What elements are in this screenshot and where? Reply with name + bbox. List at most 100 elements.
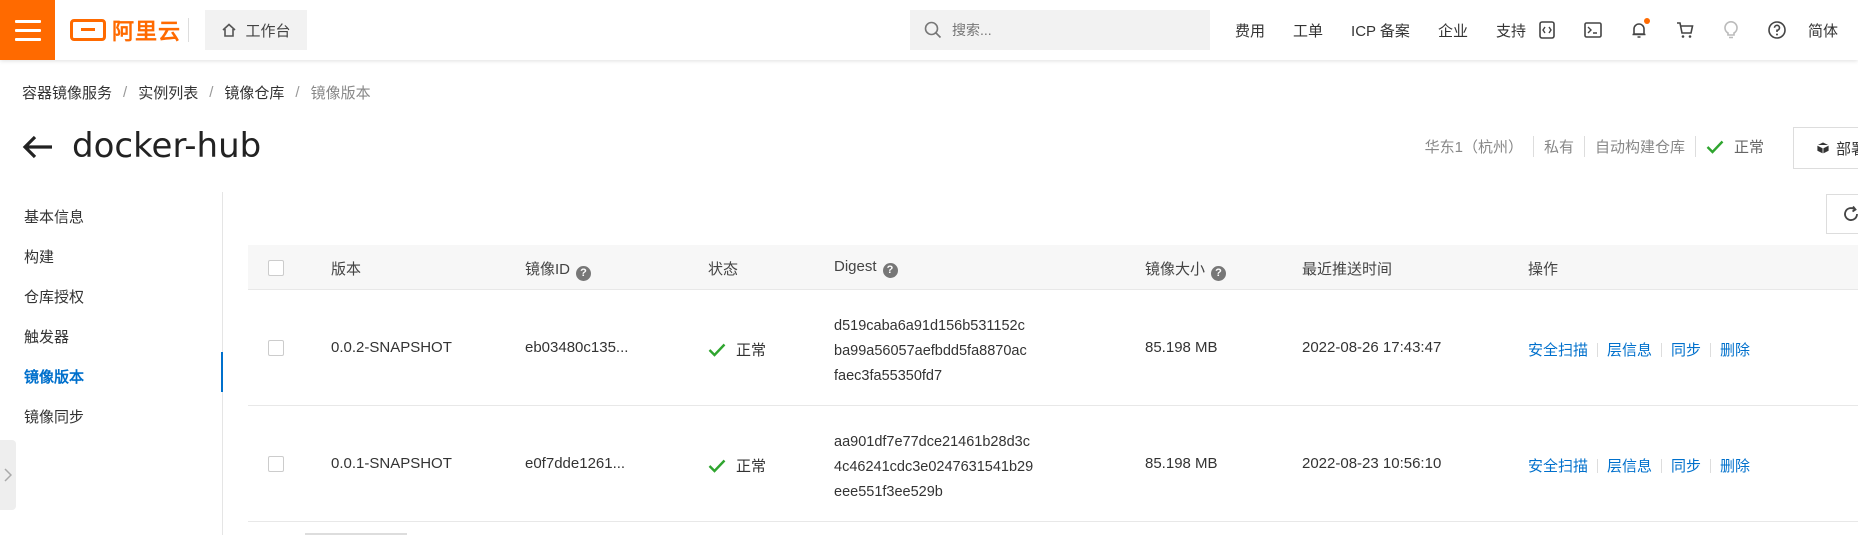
col-version: 版本 <box>331 261 362 278</box>
divider <box>1710 458 1712 473</box>
deploy-button[interactable]: 部署 <box>1793 127 1858 169</box>
page-title: docker-hub <box>72 126 262 166</box>
breadcrumb: 容器镜像服务 / 实例列表 / 镜像仓库 / 镜像版本 <box>22 82 371 103</box>
sync-link[interactable]: 同步 <box>1671 339 1701 360</box>
check-icon <box>708 343 726 357</box>
top-nav-links: 费用 工单 ICP 备案 企业 支持 <box>1235 0 1554 60</box>
digest-line: ba99a56057aefbdd5fa8870ac <box>834 343 1027 359</box>
status-cell: 正常 <box>708 339 766 360</box>
sidebar-collapse-toggle[interactable] <box>0 440 16 510</box>
repo-region: 华东1（杭州） <box>1424 139 1523 156</box>
cube-icon <box>1816 141 1830 155</box>
layer-info-link[interactable]: 层信息 <box>1607 339 1652 360</box>
col-size: 镜像大小? <box>1145 258 1227 281</box>
top-navbar: 阿里云 工作台 费用 工单 ICP 备案 企业 支持 <box>0 0 1858 60</box>
delete-link[interactable]: 删除 <box>1720 455 1750 476</box>
pushed-cell: 2022-08-26 17:43:47 <box>1302 339 1442 356</box>
size-cell: 85.198 MB <box>1145 455 1218 472</box>
digest-cell: aa901df7e77dce21461b28d3c 4c46241cdc3e02… <box>834 430 1033 505</box>
actions-cell: 安全扫描 层信息 同步 删除 <box>1528 455 1750 476</box>
table-header: 版本 镜像ID? 状态 Digest? 镜像大小? 最近推送时间 操作 <box>248 245 1858 290</box>
code-icon[interactable] <box>1535 18 1559 42</box>
security-scan-link[interactable]: 安全扫描 <box>1528 455 1588 476</box>
repo-build-type: 自动构建仓库 <box>1583 136 1695 157</box>
digest-line: eee551f3ee529b <box>834 484 943 500</box>
repo-status-label: 正常 <box>1733 139 1764 156</box>
help-icon[interactable] <box>1765 18 1789 42</box>
select-all-checkbox[interactable] <box>268 260 284 276</box>
help-icon[interactable]: ? <box>882 262 898 278</box>
sidebar-item-image-versions[interactable]: 镜像版本 <box>24 366 84 387</box>
nav-enterprise[interactable]: 企业 <box>1438 20 1468 41</box>
hamburger-menu-button[interactable] <box>0 0 55 60</box>
version-cell: 0.0.1-SNAPSHOT <box>331 455 452 472</box>
cart-icon[interactable] <box>1673 18 1697 42</box>
bell-icon[interactable] <box>1627 18 1651 42</box>
help-icon[interactable]: ? <box>1211 265 1227 281</box>
security-scan-link[interactable]: 安全扫描 <box>1528 339 1588 360</box>
col-actions: 操作 <box>1528 261 1559 278</box>
sidebar-item-build[interactable]: 构建 <box>24 246 54 267</box>
global-search[interactable] <box>910 10 1210 50</box>
search-input[interactable] <box>952 22 1172 38</box>
col-status: 状态 <box>708 261 739 278</box>
pushed-cell: 2022-08-23 10:56:10 <box>1302 455 1442 472</box>
nav-tickets[interactable]: 工单 <box>1293 20 1323 41</box>
divider <box>1597 458 1599 473</box>
sidebar-item-authorization[interactable]: 仓库授权 <box>24 286 84 307</box>
divider <box>1661 342 1663 357</box>
layer-info-link[interactable]: 层信息 <box>1607 455 1652 476</box>
refresh-button[interactable] <box>1826 194 1858 234</box>
check-icon <box>708 459 726 473</box>
workbench-label: 工作台 <box>245 22 291 40</box>
image-id-cell: eb03480c135... <box>525 339 629 356</box>
status-cell: 正常 <box>708 455 766 476</box>
digest-line: faec3fa55350fd7 <box>834 368 943 384</box>
terminal-icon[interactable] <box>1581 18 1605 42</box>
status-label: 正常 <box>736 458 767 475</box>
sidebar-item-basic-info[interactable]: 基本信息 <box>24 206 84 227</box>
row-checkbox[interactable] <box>268 456 284 472</box>
sidebar-item-image-sync[interactable]: 镜像同步 <box>24 406 84 427</box>
aliyun-logo[interactable]: 阿里云 <box>70 16 181 44</box>
sync-link[interactable]: 同步 <box>1671 455 1701 476</box>
size-cell: 85.198 MB <box>1145 339 1218 356</box>
breadcrumb-instances[interactable]: 实例列表 <box>138 82 198 103</box>
nav-icp[interactable]: ICP 备案 <box>1351 20 1410 41</box>
lightbulb-icon[interactable] <box>1719 18 1743 42</box>
digest-line: aa901df7e77dce21461b28d3c <box>834 434 1030 450</box>
refresh-icon <box>1844 205 1858 221</box>
col-digest-label: Digest <box>834 258 877 275</box>
workbench-button[interactable]: 工作台 <box>205 10 307 50</box>
col-image-id-label: 镜像ID <box>525 261 571 278</box>
nav-billing[interactable]: 费用 <box>1235 20 1265 41</box>
divider <box>1710 342 1712 357</box>
breadcrumb-separator: / <box>123 84 128 101</box>
breadcrumb-repos[interactable]: 镜像仓库 <box>224 82 284 103</box>
breadcrumb-acr[interactable]: 容器镜像服务 <box>22 82 112 103</box>
deploy-label: 部署 <box>1836 140 1858 158</box>
digest-cell: d519caba6a91d156b531152c ba99a56057aefbd… <box>834 314 1027 389</box>
divider <box>1661 458 1663 473</box>
language-switch[interactable]: 简体 <box>1808 0 1838 60</box>
version-cell: 0.0.2-SNAPSHOT <box>331 339 452 356</box>
actions-cell: 安全扫描 层信息 同步 删除 <box>1528 339 1750 360</box>
logo-text: 阿里云 <box>112 19 182 44</box>
sidebar-item-triggers[interactable]: 触发器 <box>24 326 69 347</box>
col-pushed: 最近推送时间 <box>1302 261 1393 278</box>
top-nav-icons <box>1535 0 1789 60</box>
delete-link[interactable]: 删除 <box>1720 339 1750 360</box>
breadcrumb-separator: / <box>295 84 300 101</box>
breadcrumb-separator: / <box>209 84 214 101</box>
nav-support[interactable]: 支持 <box>1496 20 1526 41</box>
search-icon <box>924 21 942 39</box>
row-checkbox[interactable] <box>268 340 284 356</box>
status-label: 正常 <box>736 342 767 359</box>
check-icon <box>1706 140 1724 154</box>
divider <box>1597 342 1599 357</box>
divider <box>188 18 189 42</box>
col-image-id: 镜像ID? <box>525 258 592 281</box>
help-icon[interactable]: ? <box>576 265 592 281</box>
logo-mark-icon <box>70 19 106 41</box>
back-arrow-icon[interactable] <box>20 130 56 166</box>
